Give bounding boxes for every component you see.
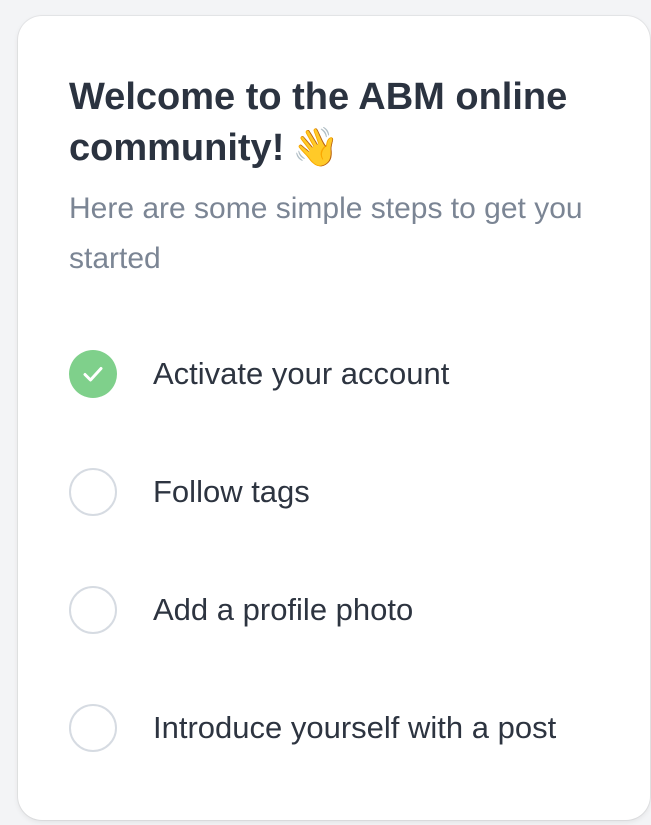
empty-circle-icon [69,704,117,752]
onboarding-steps-list: Activate your account Follow tags Add a … [69,344,629,816]
check-circle-icon [69,350,117,398]
welcome-subtitle: Here are some simple steps to get you st… [69,192,583,275]
empty-circle-icon [69,468,117,516]
step-label: Activate your account [153,356,450,391]
step-add-profile-photo[interactable]: Add a profile photo [69,580,629,640]
checkmark-icon [83,367,103,382]
step-follow-tags[interactable]: Follow tags [69,462,629,522]
step-label: Add a profile photo [153,592,414,627]
empty-circle-icon [69,586,117,634]
onboarding-card: Welcome to the ABM online community! 👋 He… [18,16,650,820]
step-introduce-yourself[interactable]: Introduce yourself with a post [69,698,629,758]
step-label: Introduce yourself with a post [153,710,557,745]
welcome-title: Welcome to the ABM online community! 👋 [69,72,609,173]
waving-hand-icon: 👋 [292,125,340,169]
step-label: Follow tags [153,474,310,509]
step-activate-account[interactable]: Activate your account [69,344,629,404]
